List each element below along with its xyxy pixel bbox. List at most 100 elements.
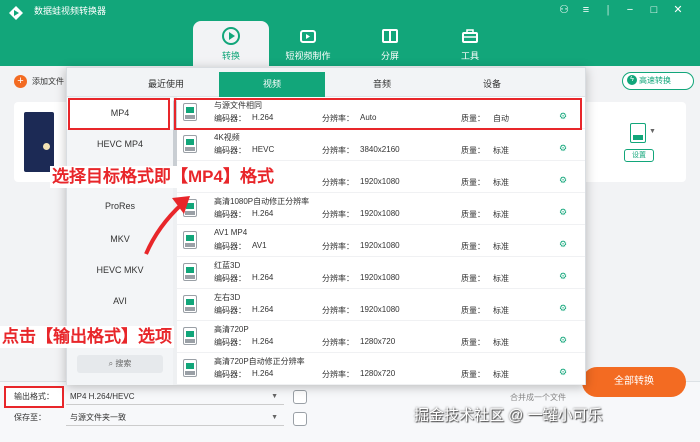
resolution-value: 1920x1080 (360, 241, 400, 250)
lightning-icon: ϟ (627, 75, 637, 85)
gear-icon[interactable]: ⚙ (559, 207, 567, 218)
resolution-value: 1920x1080 (360, 305, 400, 314)
quality-value: 标准 (493, 306, 509, 315)
encoder-value: AV1 (252, 241, 267, 250)
encoder-value: H.264 (252, 273, 274, 282)
high-speed-convert-button[interactable]: ϟ 高速转换 (622, 72, 694, 90)
resolution-label: 分辨率： (322, 306, 354, 315)
convert-all-button[interactable]: 全部转换 (582, 367, 686, 397)
tab-audio[interactable]: 音频 (329, 72, 435, 97)
encoder-value: H.264 (252, 337, 274, 346)
tab-tools[interactable]: 工具 (432, 21, 508, 66)
encoder-label: 编码器： (214, 370, 246, 379)
tab-split-screen-label: 分屏 (380, 51, 399, 61)
quality-label: 质量： (461, 370, 485, 379)
quality-value: 标准 (493, 146, 509, 155)
row-name: 4K视频 (214, 133, 240, 142)
resolution-value: 1280x720 (360, 369, 396, 378)
format-row[interactable]: 高清720P 编码器： H.264 分辨率： 1280x720 质量： 标准 ⚙ (177, 321, 585, 353)
format-search[interactable]: ⌕ 搜索 (77, 355, 163, 373)
tab-split-screen[interactable]: 分屏 (352, 21, 428, 66)
encoder-label: 编码器： (214, 274, 246, 283)
video-format-icon (183, 359, 197, 377)
gear-icon[interactable]: ⚙ (559, 303, 567, 314)
close-icon[interactable]: ✕ (670, 3, 686, 17)
save-to-select[interactable]: 与源文件夹一致 ▼ (66, 410, 284, 426)
moon-shape (43, 143, 50, 150)
gear-icon[interactable]: ⚙ (559, 335, 567, 346)
row-name: 红蓝3D (214, 261, 241, 270)
save-to-value: 与源文件夹一致 (70, 413, 126, 422)
output-format-icon[interactable] (630, 123, 646, 143)
video-thumbnail[interactable] (24, 112, 54, 172)
chevron-down-icon[interactable]: ▼ (649, 128, 656, 135)
encoder-value: HEVC (252, 145, 275, 154)
highlight-mp4 (68, 98, 170, 130)
format-row[interactable]: 4K视频编码器： HEVC 分辨率： 3840x2160 质量： 标准 ⚙ (177, 129, 585, 161)
resolution-label: 分辨率： (322, 274, 354, 283)
tab-device[interactable]: 设备 (439, 72, 545, 97)
resolution-value: 1920x1080 (360, 209, 400, 218)
encoder-label: 编码器： (214, 146, 246, 155)
merge-checkbox-label[interactable]: 合并成一个文件 (510, 392, 566, 403)
gear-icon[interactable]: ⚙ (559, 271, 567, 282)
gear-icon[interactable]: ⚙ (559, 143, 567, 154)
annotation-click-output: 点击【输出格式】选项 (0, 326, 174, 348)
row-name: 高清720P (214, 325, 249, 334)
add-file-label: 添加文件 (32, 76, 64, 86)
app-logo-icon (9, 6, 23, 20)
row-name: 高清720P自动修正分辨率 (214, 357, 305, 366)
quality-value: 标准 (493, 274, 509, 283)
encoder-label: 编码器： (214, 338, 246, 347)
format-row[interactable]: 红蓝3D 编码器： H.264 分辨率： 1920x1080 质量： 标准 ⚙ (177, 257, 585, 289)
quality-value: 标准 (493, 338, 509, 347)
resolution-label: 分辨率： (322, 370, 354, 379)
add-file-button[interactable]: + 添加文件 (14, 74, 64, 88)
gear-icon[interactable]: ⚙ (559, 239, 567, 250)
search-label: 搜索 (115, 359, 132, 368)
encoder-label: 编码器： (214, 210, 246, 219)
minimize-icon[interactable]: − (622, 3, 638, 17)
tab-video[interactable]: 视频 (219, 72, 325, 97)
format-row[interactable]: AV1 MP4 编码器： AV1 分辨率： 1920x1080 质量： 标准 ⚙ (177, 225, 585, 257)
resolution-value: 1920x1080 (360, 273, 400, 282)
output-format-value: MP4 H.264/HEVC (70, 392, 135, 401)
open-folder-icon[interactable] (293, 412, 307, 426)
encoder-value: H.264 (252, 305, 274, 314)
resolution-label: 分辨率： (322, 146, 354, 155)
output-format-label: 输出格式： (4, 386, 64, 408)
app-title: 数据蛙视频转换器 (34, 6, 107, 16)
tab-short-video-label: 短视频制作 (285, 51, 331, 61)
category-hevc-mp4[interactable]: HEVC MP4 (67, 129, 173, 160)
resolution-value: 1920x1080 (360, 177, 400, 186)
resolution-value: 3840x2160 (360, 145, 400, 154)
menu-icon[interactable]: ≡ (578, 3, 594, 17)
resolution-label: 分辨率： (322, 178, 354, 187)
highlight-same-as-source (174, 98, 582, 130)
encoder-label: 编码器： (214, 306, 246, 315)
settings-button[interactable]: 设置 (624, 149, 654, 162)
quality-label: 质量： (461, 274, 485, 283)
tab-recent[interactable]: 最近使用 (113, 72, 219, 97)
category-avi[interactable]: AVI (67, 286, 173, 317)
tab-convert[interactable]: 转换 (193, 21, 269, 66)
format-row[interactable]: 左右3D 编码器： H.264 分辨率： 1920x1080 质量： 标准 ⚙ (177, 289, 585, 321)
toolbox-icon (462, 29, 478, 43)
quality-label: 质量： (461, 146, 485, 155)
save-to-label: 保存至： (14, 413, 46, 422)
account-icon[interactable]: ⚇ (556, 3, 572, 17)
format-row[interactable]: 高清1080P自动修正分辨率 编码器： H.264 分辨率： 1920x1080 质量： 标… (177, 193, 585, 225)
output-format-select[interactable]: MP4 H.264/HEVC ▼ (66, 389, 284, 405)
maximize-icon[interactable]: □ (646, 3, 662, 17)
format-row[interactable]: 高清720P自动修正分辨率 编码器： H.264 分辨率： 1280x720 质量： 标准 ⚙ (177, 353, 585, 385)
divider: | (606, 4, 610, 16)
resolution-value: 1280x720 (360, 337, 396, 346)
gear-icon[interactable]: ⚙ (559, 175, 567, 186)
row-name: 左右3D (214, 293, 241, 302)
row-name: AV1 MP4 (214, 228, 248, 237)
chevron-down-icon: ▼ (271, 393, 278, 400)
tab-short-video[interactable]: 短视频制作 (270, 21, 346, 66)
gear-icon[interactable]: ⚙ (559, 367, 567, 378)
quality-value: 标准 (493, 210, 509, 219)
format-settings-icon[interactable] (293, 390, 307, 404)
